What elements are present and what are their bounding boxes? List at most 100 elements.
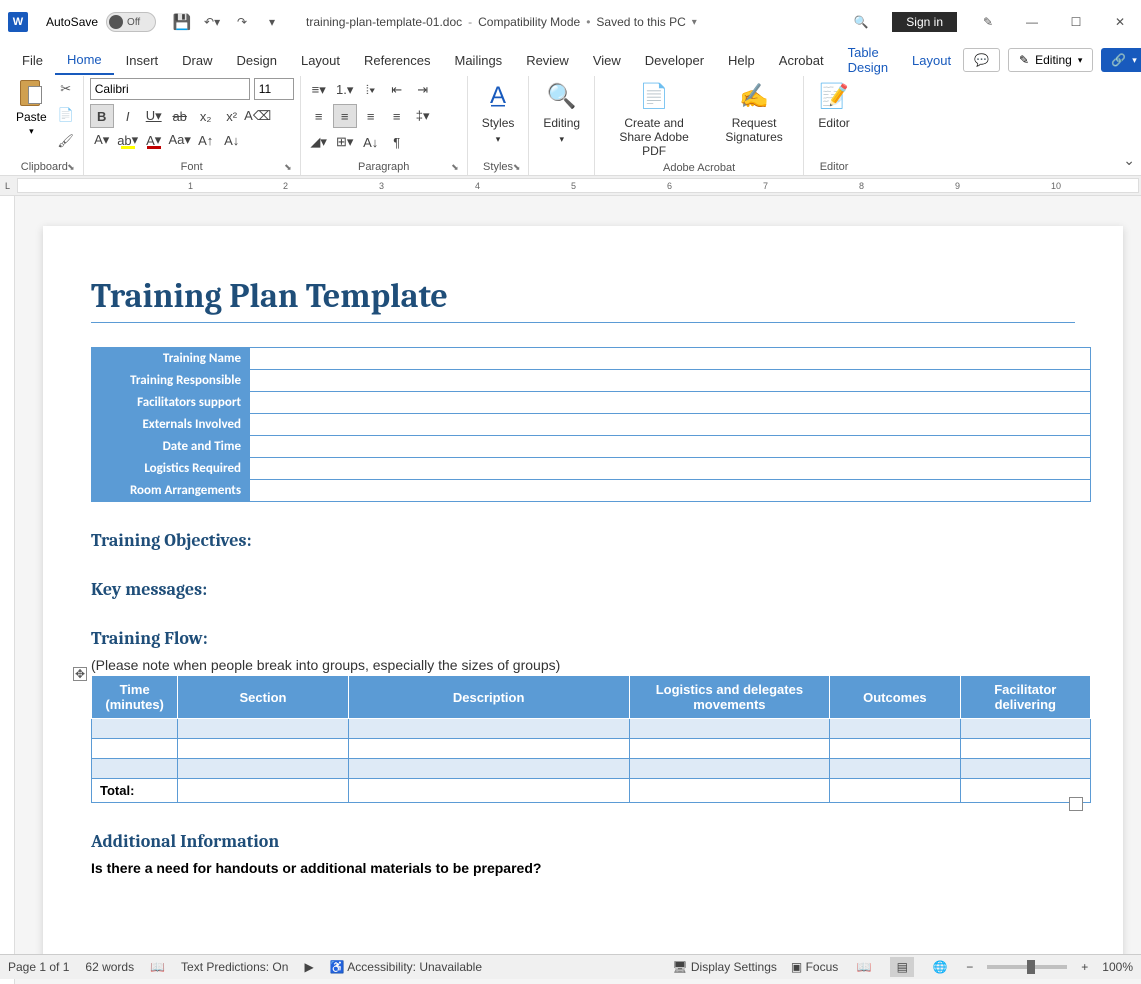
table-row[interactable] (92, 739, 1091, 759)
italic-button[interactable]: I (116, 104, 140, 128)
table-row[interactable]: Externals Involved (92, 414, 1091, 436)
numbering-button[interactable]: 1.▾ (333, 78, 357, 102)
save-icon[interactable]: 💾 (174, 14, 190, 30)
row-value[interactable] (250, 414, 1091, 436)
flow-note[interactable]: (Please note when people break into grou… (91, 657, 1075, 673)
close-button[interactable]: ✕ (1107, 9, 1133, 35)
accessibility-status[interactable]: ♿ Accessibility: Unavailable (330, 960, 482, 974)
signin-button[interactable]: Sign in (892, 12, 957, 32)
editing-mode-button[interactable]: ✎ Editing ▾ (1008, 48, 1093, 72)
row-label[interactable]: Room Arrangements (92, 480, 250, 502)
text-predictions[interactable]: Text Predictions: On (181, 960, 288, 974)
justify-button[interactable]: ≡ (385, 104, 409, 128)
subscript-button[interactable]: x₂ (194, 104, 218, 128)
column-header[interactable]: Facilitator delivering (960, 676, 1090, 719)
table-row[interactable]: Training Name (92, 348, 1091, 370)
table-row[interactable]: Date and Time (92, 436, 1091, 458)
coming-soon-icon[interactable]: ✎ (975, 9, 1001, 35)
row-value[interactable] (250, 370, 1091, 392)
column-header[interactable]: Outcomes (830, 676, 960, 719)
create-pdf-button[interactable]: 📄 Create and Share Adobe PDF (601, 78, 707, 160)
tab-mailings[interactable]: Mailings (443, 47, 515, 74)
zoom-level[interactable]: 100% (1102, 960, 1133, 974)
column-header[interactable]: Time (minutes) (92, 676, 178, 719)
tab-insert[interactable]: Insert (114, 47, 171, 74)
bold-button[interactable]: B (90, 104, 114, 128)
row-label[interactable]: Logistics Required (92, 458, 250, 480)
show-marks-button[interactable]: ¶ (385, 130, 409, 154)
read-mode-button[interactable]: 📖 (852, 957, 876, 977)
row-value[interactable] (250, 458, 1091, 480)
display-settings-button[interactable]: 🖥 Display Settings (672, 960, 777, 974)
superscript-button[interactable]: x² (220, 104, 244, 128)
web-layout-button[interactable]: 🌐 (928, 957, 952, 977)
shading-button[interactable]: ◢▾ (307, 130, 331, 154)
sort-button[interactable]: A↓ (359, 130, 383, 154)
row-label[interactable]: Date and Time (92, 436, 250, 458)
focus-button[interactable]: ▣ Focus (791, 960, 838, 974)
row-value[interactable] (250, 436, 1091, 458)
undo-icon[interactable]: ↶▾ (204, 14, 220, 30)
tab-layout-context[interactable]: Layout (900, 47, 963, 74)
styles-launcher[interactable]: ⬊ (513, 162, 521, 173)
borders-button[interactable]: ⊞▾ (333, 130, 357, 154)
align-right-button[interactable]: ≡ (359, 104, 383, 128)
clear-formatting-button[interactable]: A⌫ (246, 104, 270, 128)
row-value[interactable] (250, 348, 1091, 370)
spelling-icon[interactable]: 📖 (150, 960, 165, 974)
tab-developer[interactable]: Developer (633, 47, 716, 74)
column-header[interactable]: Description (348, 676, 629, 719)
additional-heading[interactable]: Additional Information (91, 831, 1075, 852)
key-messages-heading[interactable]: Key messages: (91, 579, 1075, 600)
grow-font-button[interactable]: A↑ (194, 128, 218, 152)
bullets-button[interactable]: ≡▾ (307, 78, 331, 102)
redo-icon[interactable]: ↷ (234, 14, 250, 30)
clipboard-launcher[interactable]: ⬊ (67, 162, 75, 173)
align-center-button[interactable]: ≡ (333, 104, 357, 128)
tab-references[interactable]: References (352, 47, 442, 74)
tab-review[interactable]: Review (514, 47, 581, 74)
collapse-ribbon-button[interactable]: ⌄ (1123, 152, 1135, 169)
table-row[interactable]: Total: (92, 779, 1091, 803)
macro-icon[interactable]: ▶ (304, 960, 313, 974)
editing-button[interactable]: 🔍 Editing ▾ (535, 78, 588, 147)
paste-button[interactable]: Paste ▾ (12, 78, 51, 152)
horizontal-ruler[interactable]: 1 2 3 4 5 6 7 8 9 10 (17, 178, 1139, 193)
table-row[interactable] (92, 759, 1091, 779)
word-count[interactable]: 62 words (85, 960, 134, 974)
align-left-button[interactable]: ≡ (307, 104, 331, 128)
zoom-slider[interactable] (987, 965, 1067, 969)
font-color-button[interactable]: A▾ (142, 128, 166, 152)
styles-button[interactable]: A̲ Styles ▾ (474, 78, 523, 147)
document-canvas[interactable]: Training Plan Template Training NameTrai… (15, 196, 1141, 984)
column-header[interactable]: Section (178, 676, 349, 719)
autosave-toggle[interactable]: Off (106, 12, 156, 32)
total-cell[interactable]: Total: (92, 779, 178, 803)
table-row[interactable]: Logistics Required (92, 458, 1091, 480)
copy-button[interactable]: 📄 (55, 104, 77, 126)
row-label[interactable]: Training Responsible (92, 370, 250, 392)
table-row[interactable] (92, 719, 1091, 739)
comments-button[interactable]: 💬 (963, 48, 1000, 72)
info-table[interactable]: Training NameTraining ResponsibleFacilit… (91, 347, 1091, 502)
decrease-indent-button[interactable]: ⇤ (385, 78, 409, 102)
table-row[interactable]: Facilitators support (92, 392, 1091, 414)
chevron-down-icon[interactable]: ▾ (692, 17, 697, 28)
search-icon[interactable]: 🔍 (848, 9, 874, 35)
font-size-input[interactable] (254, 78, 294, 100)
strikethrough-button[interactable]: ab (168, 104, 192, 128)
document-heading[interactable]: Training Plan Template (91, 276, 1075, 323)
tab-help[interactable]: Help (716, 47, 767, 74)
font-launcher[interactable]: ⬊ (284, 162, 292, 173)
font-name-input[interactable] (90, 78, 250, 100)
change-case-button[interactable]: Aa▾ (168, 128, 192, 152)
column-header[interactable]: Logistics and delegates movements (629, 676, 830, 719)
vertical-ruler[interactable] (0, 196, 15, 984)
print-layout-button[interactable]: ▤ (890, 957, 914, 977)
format-painter-button[interactable]: 🖌 (55, 130, 77, 152)
highlight-button[interactable]: ab▾ (116, 128, 140, 152)
increase-indent-button[interactable]: ⇥ (411, 78, 435, 102)
paragraph-launcher[interactable]: ⬊ (451, 162, 459, 173)
request-signatures-button[interactable]: ✍ Request Signatures (711, 78, 797, 160)
underline-button[interactable]: U▾ (142, 104, 166, 128)
